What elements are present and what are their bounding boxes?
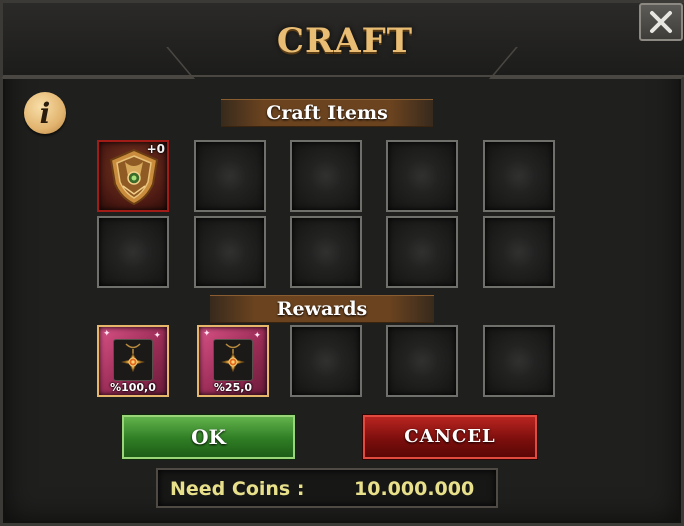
craft-items-heading: Craft Items [221, 99, 433, 127]
craft-slot-6[interactable] [97, 216, 169, 288]
reward-chance-label: %25,0 [213, 381, 253, 394]
enhance-level-badge: +0 [146, 142, 165, 156]
sparkle-icon: ✦ [203, 329, 211, 339]
reward-slot-1[interactable]: ✦ ✦ %100,0 [97, 325, 169, 397]
reward-chance-label: %100,0 [110, 381, 156, 394]
craft-window: CRAFT i Craft Items +0 Rewards ✦ ✦ %100,… [0, 0, 684, 526]
info-icon: i [39, 96, 51, 130]
craft-slot-10[interactable] [483, 216, 555, 288]
ok-button[interactable]: OK [122, 415, 295, 459]
coins-value: 10.000.000 [354, 478, 475, 500]
amulet-item-icon [213, 339, 253, 381]
craft-slot-9[interactable] [386, 216, 458, 288]
amulet-item-icon [113, 339, 153, 381]
craft-slot-1[interactable]: +0 [97, 140, 169, 212]
reward-slot-4[interactable] [386, 325, 458, 397]
coins-label: Need Coins : [170, 478, 305, 500]
close-button[interactable] [639, 3, 683, 41]
craft-slot-8[interactable] [290, 216, 362, 288]
sparkle-icon: ✦ [103, 329, 111, 339]
craft-slot-4[interactable] [386, 140, 458, 212]
sparkle-icon: ✦ [253, 331, 261, 341]
close-icon [648, 9, 674, 35]
window-title: CRAFT [276, 21, 414, 61]
reward-slot-3[interactable] [290, 325, 362, 397]
reward-slot-5[interactable] [483, 325, 555, 397]
rewards-heading: Rewards [210, 295, 434, 323]
reward-slot-2[interactable]: ✦ ✦ %25,0 [197, 325, 269, 397]
craft-slot-2[interactable] [194, 140, 266, 212]
craft-slot-5[interactable] [483, 140, 555, 212]
crest-shield-item-icon [107, 148, 161, 210]
craft-slot-3[interactable] [290, 140, 362, 212]
cancel-button[interactable]: CANCEL [363, 415, 537, 459]
sparkle-icon: ✦ [153, 331, 161, 341]
coins-requirement: Need Coins : 10.000.000 [156, 468, 498, 508]
info-button[interactable]: i [24, 92, 66, 134]
craft-slot-7[interactable] [194, 216, 266, 288]
